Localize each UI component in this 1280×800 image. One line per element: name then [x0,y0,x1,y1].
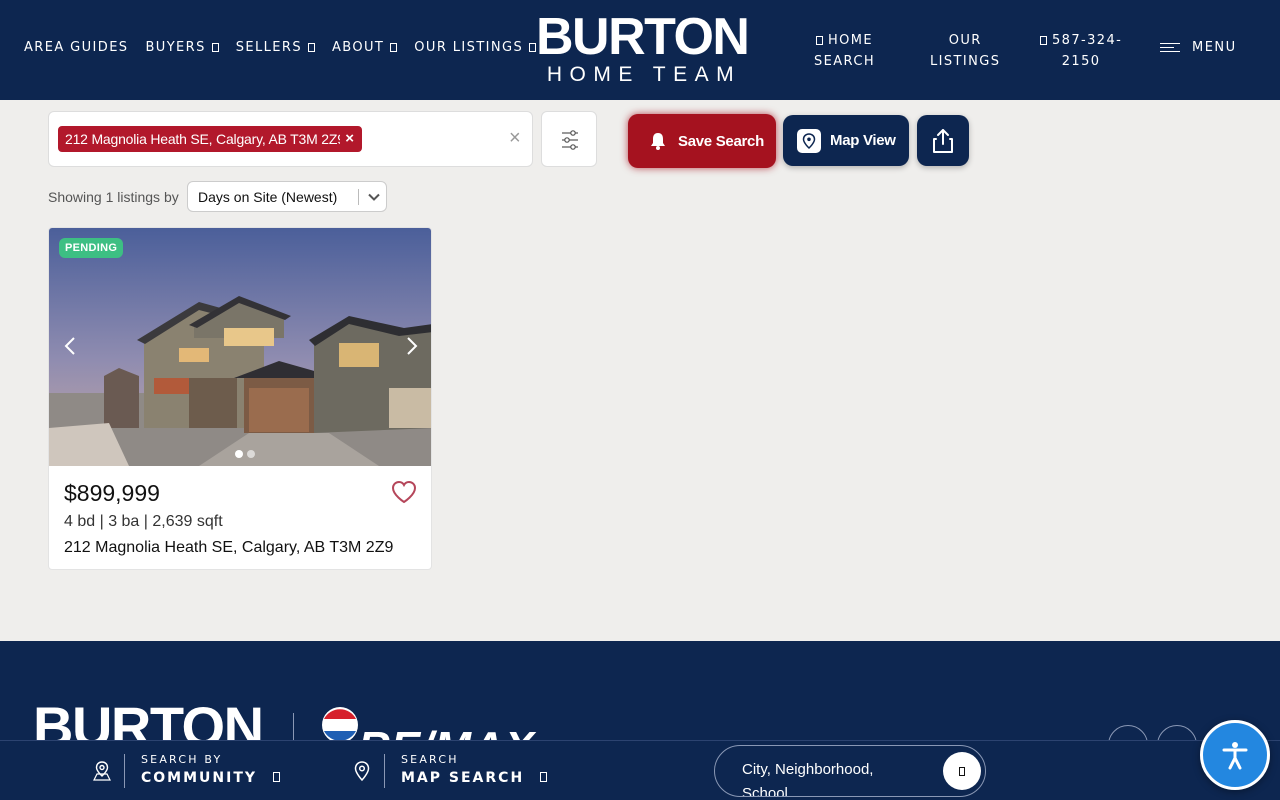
map-search-label-1: SEARCH [401,753,459,766]
accessibility-button[interactable] [1200,720,1270,790]
chevron-down-icon [211,43,219,52]
map-pin-icon [797,128,821,153]
accessibility-icon [1222,742,1248,770]
status-badge: PENDING [59,238,124,258]
pagination-dot[interactable] [235,450,243,458]
community-search-link[interactable]: SEARCH BY COMMUNITY [92,753,281,789]
results-count-text: Showing 1 listings by [48,189,179,205]
phone-icon [1040,36,1047,45]
listing-photo[interactable]: PENDING [49,228,431,466]
chevron-down-icon [308,43,315,52]
bottom-search-bar: SEARCH BY COMMUNITY SEARCH MAP SEARCH Ci… [0,740,1280,800]
search-chip: 212 Magnolia Heath SE, Calgary, AB T3M 2… [58,126,362,152]
logo-main-text: BURTON [536,8,750,66]
search-input[interactable]: 212 Magnolia Heath SE, Calgary, AB T3M 2… [48,111,533,167]
nav-item-sellers[interactable]: SELLERS [236,40,315,55]
sliders-icon [562,130,578,150]
menu-button[interactable]: MENU [1160,40,1237,55]
site-logo[interactable]: BURTON HOME TEAM [536,8,750,90]
search-icon [959,766,965,776]
social-icon[interactable] [1157,725,1197,741]
home-search-label-1: HOME [827,33,874,48]
nav-item-buyers[interactable]: BUYERS [145,40,219,55]
map-search-label-2: MAP SEARCH [401,770,525,786]
our-listings-label-2: LISTINGS [930,54,1001,69]
chevron-down-icon [390,43,398,52]
share-icon [933,128,953,153]
save-search-button[interactable]: Save Search [628,114,776,168]
bell-icon [651,133,665,150]
nav-item-label: BUYERS [145,40,206,55]
map-view-label: Map View [830,132,896,149]
sort-value: Days on Site (Newest) [198,189,338,205]
home-search-link[interactable]: HOME SEARCH [814,30,875,72]
location-search-placeholder: City, Neighborhood, School [742,761,874,797]
site-footer: BURTON RE/MAX [0,641,1280,741]
location-search-input[interactable]: City, Neighborhood, School [714,745,986,797]
divider [124,754,125,788]
footer-logo: BURTON [33,695,264,742]
pagination-dot[interactable] [247,450,255,458]
remove-chip-icon[interactable]: × [345,126,354,152]
primary-nav: AREA GUIDES BUYERS SELLERS ABOUT OUR LISTING… [24,40,553,55]
map-location-icon [93,761,111,781]
listing-specs: 4 bd | 3 ba | 2,639 sqft [64,513,223,530]
nav-item-label: AREA GUIDES [24,40,129,55]
phone-label-1: 587-324- [1052,33,1123,48]
sort-divider [358,189,359,205]
site-header: AREA GUIDES BUYERS SELLERS ABOUT OUR LISTING… [0,0,1280,100]
our-listings-label-1: OUR [948,33,982,48]
social-icon[interactable] [1108,725,1148,741]
house-photo-image [49,228,431,466]
community-search-label-1: SEARCH BY [141,753,223,766]
search-submit-button[interactable] [943,752,981,790]
phone-link[interactable]: 587-324- 2150 [1040,30,1122,72]
arrow-icon [273,772,281,782]
remax-balloon-icon [322,707,358,741]
chevron-right-icon[interactable] [399,334,423,358]
nav-item-our-listings[interactable]: OUR LISTINGS [414,40,537,55]
listing-price: $899,999 [64,480,160,506]
nav-item-about[interactable]: ABOUT [332,40,398,55]
phone-label-2: 2150 [1061,54,1101,69]
chevron-left-icon[interactable] [59,334,83,358]
listing-card[interactable]: PENDING $899,999 4 bd | 3 ba | 2,639 sqf… [48,227,432,570]
heart-icon[interactable] [391,480,417,504]
our-listings-link[interactable]: OUR LISTINGS [930,30,1000,72]
community-search-label-2: COMMUNITY [141,770,258,786]
footer-divider [293,713,294,741]
brokerage-logo: RE/MAX [358,723,535,741]
home-icon [815,36,823,45]
map-pin-icon [354,761,370,782]
clear-search-icon[interactable]: × [509,127,521,150]
map-search-link[interactable]: SEARCH MAP SEARCH [352,753,548,789]
save-search-label: Save Search [678,132,764,150]
filter-button[interactable] [541,111,597,167]
chevron-down-icon [368,193,380,201]
search-chip-label: 212 Magnolia Heath SE, Calgary, AB T3M 2… [65,131,340,147]
divider [384,754,385,788]
nav-item-label: SELLERS [235,40,302,55]
arrow-icon [540,772,548,782]
sort-dropdown[interactable]: Days on Site (Newest) [187,181,387,212]
listing-address: 212 Magnolia Heath SE, Calgary, AB T3M 2… [64,539,394,556]
share-button[interactable] [917,115,969,166]
nav-item-area-guides[interactable]: AREA GUIDES [24,40,128,55]
photo-pagination [235,450,255,458]
hamburger-icon [1160,42,1180,53]
logo-sub-text: HOME TEAM [546,63,742,86]
home-search-label-2: SEARCH [814,54,875,69]
menu-label: MENU [1192,40,1237,55]
nav-item-label: ABOUT [332,40,385,55]
nav-item-label: OUR LISTINGS [414,40,524,55]
map-view-button[interactable]: Map View [783,115,909,166]
